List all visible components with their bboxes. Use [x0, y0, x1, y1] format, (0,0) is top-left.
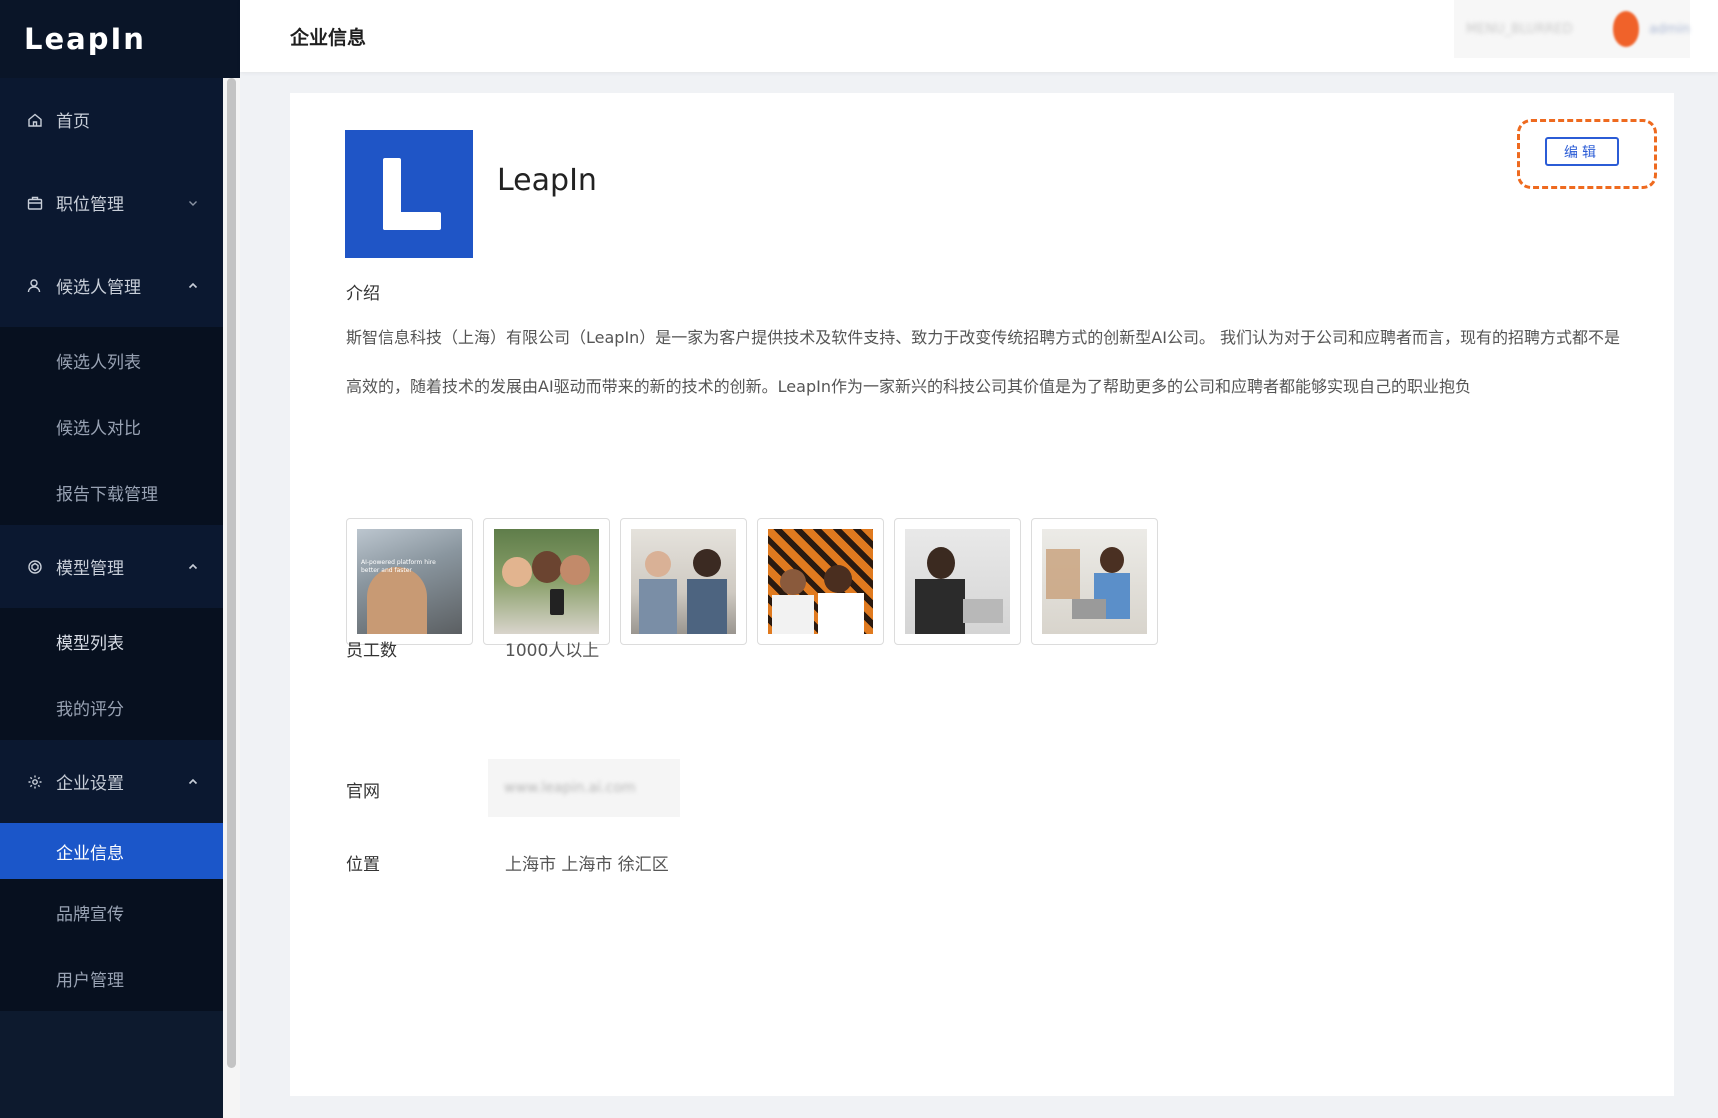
employees-label: 员工数	[346, 641, 397, 661]
avatar[interactable]	[1612, 11, 1640, 47]
sidebar-item-my-ratings[interactable]: 我的评分	[0, 674, 223, 740]
photo-image: AI-powered platform hire better and fast…	[357, 529, 462, 634]
photo-person	[645, 551, 671, 577]
briefcase-icon	[26, 194, 44, 212]
sidebar-item-jobs[interactable]: 职位管理	[0, 161, 223, 244]
intro-text: 斯智信息科技（上海）有限公司（LeapIn）是一家为客户提供技术及软件支持、致力…	[346, 328, 1621, 396]
sidebar-item-report-download[interactable]: 报告下载管理	[0, 459, 223, 525]
sidebar-menu: 首页 职位管理 候选人管理 候选人列表 候选人对比 报告下载管理 模型管理 模型…	[0, 78, 223, 1011]
sidebar-item-candidate-list[interactable]: 候选人列表	[0, 327, 223, 393]
sidebar-item-label: 模型管理	[56, 559, 124, 579]
chevron-up-icon	[188, 282, 198, 288]
sidebar-item-candidates[interactable]: 候选人管理	[0, 244, 223, 327]
photo-person	[693, 549, 721, 577]
website-label: 官网	[346, 782, 380, 802]
header-menu-text[interactable]: MENU_BLURRED	[1466, 22, 1573, 37]
photo-phone	[550, 589, 564, 615]
photo-person	[927, 547, 955, 579]
sidebar-item-user-management[interactable]: 用户管理	[0, 945, 223, 1011]
app-logo[interactable]: LeapIn	[0, 0, 240, 78]
user-icon	[26, 277, 44, 295]
photo-image	[905, 529, 1010, 634]
sidebar-item-home[interactable]: 首页	[0, 78, 223, 161]
sidebar-item-label: 企业设置	[56, 774, 124, 794]
gallery-photo[interactable]	[1031, 518, 1158, 645]
gallery-photo[interactable]	[483, 518, 610, 645]
scrollbar-thumb[interactable]	[227, 78, 236, 1068]
photo-person	[560, 555, 590, 585]
edit-button[interactable]: 编辑	[1545, 137, 1619, 166]
company-name: LeapIn	[497, 163, 597, 198]
website-field[interactable]: www.leapin.ai.com	[488, 759, 680, 817]
photo-body	[639, 579, 677, 634]
photo-caption: AI-powered platform hire better and fast…	[361, 559, 436, 574]
intro-label: 介绍	[346, 284, 380, 304]
sidebar-scrollbar[interactable]	[223, 78, 240, 1118]
header-user-area[interactable]: MENU_BLURRED admin	[1454, 0, 1690, 58]
gear-icon	[26, 773, 44, 791]
location-value: 上海市 上海市 徐汇区	[505, 855, 669, 875]
sidebar-item-label: 职位管理	[56, 195, 124, 215]
photo-image	[631, 529, 736, 634]
gallery-photo[interactable]	[894, 518, 1021, 645]
website-value[interactable]: www.leapin.ai.com	[504, 780, 636, 796]
submenu-candidates: 候选人列表 候选人对比 报告下载管理	[0, 327, 223, 525]
photo-laptop	[1072, 599, 1106, 619]
photo-body	[687, 579, 727, 634]
logo-mark	[383, 212, 441, 230]
chevron-down-icon	[189, 200, 197, 206]
photo-person	[502, 557, 532, 587]
gallery-photo[interactable]	[757, 518, 884, 645]
chevron-up-icon	[188, 563, 198, 569]
photo-person	[780, 569, 806, 595]
gallery-photo[interactable]: AI-powered platform hire better and fast…	[346, 518, 473, 645]
photo-person	[1100, 547, 1124, 573]
photo-body	[915, 579, 965, 634]
sidebar-item-candidate-compare[interactable]: 候选人对比	[0, 393, 223, 459]
sidebar: LeapIn 首页 职位管理 候选人管理 候选人列表 候选人对比 报告下载管理 …	[0, 0, 240, 1118]
sidebar-item-model-list[interactable]: 模型列表	[0, 608, 223, 674]
photo-body	[818, 593, 864, 634]
app-logo-text: LeapIn	[24, 22, 146, 56]
photo-image	[1042, 529, 1147, 634]
photo-shelf	[1046, 549, 1080, 599]
page-title: 企业信息	[290, 26, 367, 49]
sidebar-item-label: 候选人管理	[56, 278, 141, 298]
submenu-company-settings: 企业信息 品牌宣传 用户管理	[0, 823, 223, 1011]
sidebar-item-company-info[interactable]: 企业信息	[0, 823, 223, 879]
sidebar-item-models[interactable]: 模型管理	[0, 525, 223, 608]
sidebar-item-company-settings[interactable]: 企业设置	[0, 740, 223, 823]
sidebar-item-label: 首页	[56, 112, 90, 132]
submenu-models: 模型列表 我的评分	[0, 608, 223, 740]
photo-body	[772, 595, 814, 634]
top-header: 企业信息 MENU_BLURRED admin	[240, 0, 1718, 72]
photo-person	[532, 551, 562, 583]
photo-gallery: AI-powered platform hire better and fast…	[346, 518, 1158, 645]
model-icon	[26, 558, 44, 576]
home-icon	[26, 111, 44, 129]
gallery-photo[interactable]	[620, 518, 747, 645]
employees-value: 1000人以上	[505, 641, 600, 661]
location-label: 位置	[346, 855, 380, 875]
company-logo	[345, 130, 473, 258]
sidebar-item-brand-promotion[interactable]: 品牌宣传	[0, 879, 223, 945]
photo-image	[768, 529, 873, 634]
photo-person	[824, 565, 852, 593]
photo-person	[367, 567, 427, 634]
chevron-up-icon	[188, 778, 198, 784]
photo-image	[494, 529, 599, 634]
company-info-card: LeapIn 编辑 介绍 斯智信息科技（上海）有限公司（LeapIn）是一家为客…	[290, 93, 1674, 1096]
photo-laptop	[963, 599, 1003, 623]
username[interactable]: admin	[1649, 22, 1690, 37]
